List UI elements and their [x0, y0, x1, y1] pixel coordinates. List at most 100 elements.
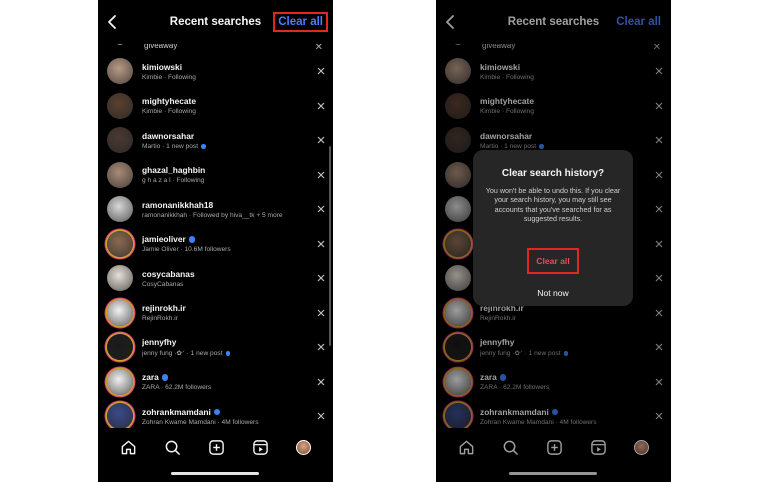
remove-icon[interactable]: [653, 410, 665, 422]
remove-icon[interactable]: [315, 100, 327, 112]
list-item-partial[interactable]: giveaway ✕: [108, 44, 323, 53]
avatar[interactable]: [445, 368, 471, 395]
avatar[interactable]: [107, 196, 133, 223]
clear-all-button[interactable]: Clear all: [611, 12, 666, 32]
create-icon[interactable]: [546, 439, 563, 456]
subtitle-text: ramonanikkhah · Followed by hiva__tk + 5…: [142, 211, 283, 219]
remove-icon[interactable]: [653, 203, 665, 215]
dialog-message: You won't be able to undo this. If you c…: [485, 186, 621, 224]
avatar[interactable]: [107, 265, 133, 292]
list-item[interactable]: jennyfhy jenny fung ·✿ᐟ · 1 new post: [107, 330, 327, 365]
list-item[interactable]: dawnorsahar Martio · 1 new post: [107, 123, 327, 158]
avatar[interactable]: [445, 403, 471, 428]
list-item[interactable]: zohrankmamdani Zohran Kwame Mamdani · 4M …: [445, 399, 665, 428]
list-item[interactable]: kimiowski Kimbie · Following: [445, 54, 665, 89]
list-item[interactable]: jennyfhy jenny fung ·✿ᐟ · 1 new post: [445, 330, 665, 365]
reels-icon[interactable]: [590, 439, 607, 456]
avatar[interactable]: [107, 334, 133, 361]
list-item[interactable]: zara ZARA · 62.2M followers: [445, 365, 665, 400]
remove-icon[interactable]: [315, 203, 327, 215]
remove-icon[interactable]: [315, 65, 327, 77]
list-item-text: jennyfhy jenny fung ·✿ᐟ · 1 new post: [480, 337, 647, 357]
avatar[interactable]: [445, 196, 471, 223]
search-term: giveaway: [482, 44, 516, 50]
avatar[interactable]: [107, 368, 133, 395]
avatar[interactable]: [107, 127, 133, 154]
subtitle: Kimbie · Following: [142, 74, 309, 81]
confirm-clear-all-button[interactable]: Clear all: [527, 248, 579, 274]
list-item[interactable]: zara ZARA · 62.2M followers: [107, 365, 327, 400]
scrollbar[interactable]: [329, 146, 331, 346]
remove-icon[interactable]: [315, 272, 327, 284]
subtitle-text: Zohran Kwame Mamdani · 4M followers: [142, 418, 259, 426]
home-icon[interactable]: [120, 439, 137, 456]
remove-icon[interactable]: [315, 341, 327, 353]
avatar[interactable]: [107, 299, 133, 326]
avatar[interactable]: [445, 299, 471, 326]
subtitle: CosyCabanas: [142, 281, 309, 288]
list-item[interactable]: zohrankmamdani Zohran Kwame Mamdani · 4M …: [107, 399, 327, 428]
avatar[interactable]: [445, 161, 471, 188]
create-icon[interactable]: [208, 439, 225, 456]
avatar[interactable]: [107, 58, 133, 85]
subtitle-text: ZARA · 62.2M followers: [480, 384, 550, 392]
remove-icon[interactable]: [315, 376, 327, 388]
remove-icon[interactable]: [315, 169, 327, 181]
list-item[interactable]: jamieoliverJamie Oliver · 10.6M follower…: [107, 227, 327, 262]
avatar[interactable]: [445, 334, 471, 361]
remove-icon[interactable]: [653, 238, 665, 250]
list-item[interactable]: kimiowski Kimbie · Following: [107, 54, 327, 89]
remove-icon[interactable]: [315, 238, 327, 250]
subtitle-text: Kimbie · Following: [142, 73, 196, 81]
profile-avatar[interactable]: [634, 439, 650, 455]
avatar[interactable]: [445, 265, 471, 292]
remove-icon[interactable]: [653, 100, 665, 112]
avatar[interactable]: [445, 92, 471, 119]
list-item-text: zara ZARA · 62.2M followers: [480, 372, 647, 391]
back-arrow-icon[interactable]: [442, 14, 458, 30]
list-item[interactable]: rejinrokh.ir RejinRokh.ir: [107, 296, 327, 331]
remove-icon[interactable]: [653, 376, 665, 388]
avatar[interactable]: [445, 58, 471, 85]
home-icon[interactable]: [458, 439, 475, 456]
username-text: ramonanikkhah18: [142, 199, 214, 210]
username-text: mightyhecate: [480, 96, 534, 107]
not-now-button[interactable]: Not now: [473, 288, 633, 298]
remove-icon[interactable]: [315, 134, 327, 146]
avatar[interactable]: [107, 92, 133, 119]
list-item-text: kimiowski Kimbie · Following: [480, 62, 647, 81]
reels-icon[interactable]: [252, 439, 269, 456]
clear-all-button[interactable]: Clear all: [273, 12, 328, 32]
list-item-text: dawnorsahar Martio · 1 new post: [142, 131, 309, 150]
remove-icon[interactable]: [315, 307, 327, 319]
remove-icon[interactable]: ✕: [315, 44, 323, 53]
search-icon[interactable]: [502, 439, 519, 456]
list-item-text: jamieoliverJamie Oliver · 10.6M follower…: [142, 234, 309, 253]
remove-icon[interactable]: [653, 307, 665, 319]
new-post-dot-icon: [563, 351, 569, 356]
remove-icon[interactable]: ✕: [653, 44, 661, 53]
avatar[interactable]: [445, 127, 471, 154]
search-icon[interactable]: [164, 439, 181, 456]
list-item[interactable]: mightyhecate Kimbie · Following: [445, 89, 665, 124]
remove-icon[interactable]: [653, 169, 665, 181]
remove-icon[interactable]: [653, 134, 665, 146]
remove-icon[interactable]: [315, 410, 327, 422]
avatar[interactable]: [445, 230, 471, 257]
list-item[interactable]: cosycabanasCosyCabanas: [107, 261, 327, 296]
list-item[interactable]: ghazal_haghbing h a z a l · Following: [107, 158, 327, 193]
avatar[interactable]: [107, 403, 133, 428]
list-item[interactable]: ramonanikkhah18ramonanikkhah · Followed …: [107, 192, 327, 227]
avatar[interactable]: [107, 230, 133, 257]
header: Recent searches Clear all: [436, 0, 671, 44]
list-item-partial[interactable]: giveaway ✕: [446, 44, 661, 53]
list-item[interactable]: mightyhecate Kimbie · Following: [107, 89, 327, 124]
username-text: mightyhecate: [142, 96, 196, 107]
back-arrow-icon[interactable]: [104, 14, 120, 30]
subtitle: ramonanikkhah · Followed by hiva__tk + 5…: [142, 212, 309, 219]
remove-icon[interactable]: [653, 65, 665, 77]
remove-icon[interactable]: [653, 272, 665, 284]
avatar[interactable]: [107, 161, 133, 188]
remove-icon[interactable]: [653, 341, 665, 353]
profile-avatar[interactable]: [296, 439, 312, 455]
